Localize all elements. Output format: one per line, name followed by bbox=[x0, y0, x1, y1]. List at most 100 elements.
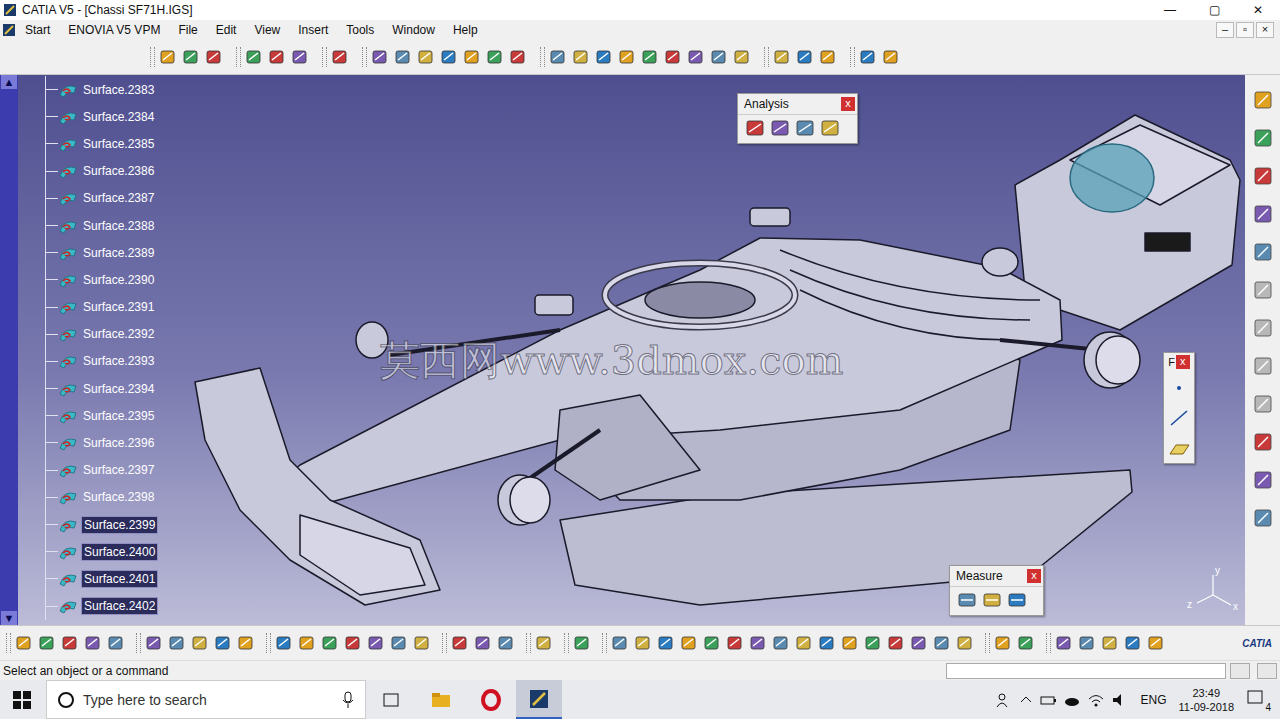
close-button[interactable]: x bbox=[1027, 569, 1041, 583]
3d-viewport[interactable]: Surface.2383Surface.2384Surface.2385Surf… bbox=[18, 75, 1245, 625]
tool-icon[interactable] bbox=[795, 47, 815, 67]
scroll-down-button[interactable]: ▼ bbox=[1, 611, 17, 625]
tool-icon[interactable] bbox=[439, 47, 459, 67]
analysis-tool-icon[interactable] bbox=[769, 117, 791, 139]
close-button[interactable]: x bbox=[1176, 355, 1190, 369]
tool-icon[interactable] bbox=[993, 633, 1013, 653]
tree-item[interactable]: Surface.2397 bbox=[18, 457, 158, 484]
tool-icon[interactable] bbox=[244, 47, 264, 67]
tool-icon[interactable] bbox=[290, 47, 310, 67]
toolbar-grip[interactable] bbox=[236, 47, 241, 67]
tool-icon[interactable] bbox=[485, 47, 505, 67]
microphone-icon[interactable] bbox=[341, 691, 355, 709]
tool-icon[interactable] bbox=[213, 633, 233, 653]
tool-icon[interactable] bbox=[1252, 469, 1274, 491]
tray-expand-icon[interactable] bbox=[1019, 691, 1033, 709]
tool-icon[interactable] bbox=[679, 633, 699, 653]
tree-item[interactable]: Surface.2398 bbox=[18, 484, 158, 511]
tree-item[interactable]: Surface.2393 bbox=[18, 348, 158, 375]
measure-tool-icon[interactable] bbox=[981, 589, 1003, 611]
volume-icon[interactable] bbox=[1111, 691, 1129, 709]
command-input[interactable] bbox=[946, 663, 1226, 679]
analysis-toolbar[interactable]: Analysisx bbox=[737, 93, 858, 144]
tool-icon[interactable] bbox=[1054, 633, 1074, 653]
tree-item-label[interactable]: Surface.2400 bbox=[81, 543, 158, 561]
tool-icon[interactable] bbox=[594, 47, 614, 67]
opera-icon[interactable] bbox=[480, 689, 502, 711]
tool-icon[interactable] bbox=[167, 633, 187, 653]
tool-icon[interactable] bbox=[534, 633, 554, 653]
tool-icon[interactable] bbox=[858, 47, 878, 67]
tool-icon[interactable] bbox=[656, 633, 676, 653]
tool-icon[interactable] bbox=[60, 633, 80, 653]
document-control-button[interactable]: – bbox=[1216, 22, 1234, 38]
tool-icon[interactable] bbox=[1252, 241, 1274, 263]
tree-item-label[interactable]: Surface.2384 bbox=[81, 109, 156, 125]
tree-scrollbar[interactable]: ▲▼ bbox=[0, 75, 18, 625]
tool-icon[interactable] bbox=[1146, 633, 1166, 653]
measure-toolbar[interactable]: Measurex bbox=[949, 565, 1044, 616]
tree-item[interactable]: Surface.2389 bbox=[18, 239, 158, 266]
tool-icon[interactable] bbox=[817, 633, 837, 653]
tool-icon[interactable] bbox=[932, 633, 952, 653]
tool-icon[interactable] bbox=[840, 633, 860, 653]
tree-item[interactable]: Surface.2388 bbox=[18, 212, 158, 239]
menu-item[interactable]: Tools bbox=[337, 23, 383, 37]
analysis-tool-icon[interactable] bbox=[744, 117, 766, 139]
toolbar-grip[interactable] bbox=[150, 47, 155, 67]
tool-icon[interactable] bbox=[144, 633, 164, 653]
toolbar-grip[interactable] bbox=[564, 633, 569, 653]
tool-icon[interactable] bbox=[389, 633, 409, 653]
measure-tool-icon[interactable] bbox=[1006, 589, 1028, 611]
tool-icon[interactable] bbox=[1252, 431, 1274, 453]
toolbar-grip[interactable] bbox=[1046, 633, 1051, 653]
tool-icon[interactable] bbox=[1252, 355, 1274, 377]
menu-item[interactable]: Start bbox=[16, 23, 59, 37]
tool-icon[interactable] bbox=[663, 47, 683, 67]
plane-icon[interactable] bbox=[1167, 437, 1191, 459]
tree-item[interactable]: Surface.2401 bbox=[18, 565, 158, 592]
tree-item[interactable]: Surface.2386 bbox=[18, 158, 158, 185]
action-center-button[interactable]: 4 bbox=[1246, 689, 1272, 711]
tool-icon[interactable] bbox=[190, 633, 210, 653]
tool-icon[interactable] bbox=[236, 633, 256, 653]
document-control-button[interactable]: × bbox=[1256, 22, 1274, 38]
tool-icon[interactable] bbox=[709, 47, 729, 67]
tool-icon[interactable] bbox=[571, 47, 591, 67]
tool-icon[interactable] bbox=[320, 633, 340, 653]
scroll-up-button[interactable]: ▲ bbox=[1, 75, 17, 89]
toolbar-header[interactable]: Fx bbox=[1168, 353, 1190, 369]
tool-icon[interactable] bbox=[450, 633, 470, 653]
tool-icon[interactable] bbox=[1123, 633, 1143, 653]
tree-item-label[interactable]: Surface.2397 bbox=[81, 462, 156, 478]
tool-icon[interactable] bbox=[1252, 127, 1274, 149]
f1-car-model[interactable] bbox=[18, 75, 1245, 625]
status-button[interactable] bbox=[1230, 663, 1250, 679]
tool-icon[interactable] bbox=[909, 633, 929, 653]
battery-icon[interactable] bbox=[1039, 691, 1057, 709]
tool-icon[interactable] bbox=[508, 47, 528, 67]
tool-icon[interactable] bbox=[366, 633, 386, 653]
status-button[interactable] bbox=[1257, 663, 1277, 679]
toolbar-grip[interactable] bbox=[985, 633, 990, 653]
people-icon[interactable] bbox=[995, 691, 1013, 709]
tool-icon[interactable] bbox=[886, 633, 906, 653]
tree-item-label[interactable]: Surface.2394 bbox=[81, 381, 156, 397]
tool-icon[interactable] bbox=[548, 47, 568, 67]
tool-icon[interactable] bbox=[772, 47, 792, 67]
tree-item[interactable]: Surface.2385 bbox=[18, 130, 158, 157]
tool-icon[interactable] bbox=[473, 633, 493, 653]
tree-item[interactable]: Surface.2390 bbox=[18, 266, 158, 293]
tree-item[interactable]: Surface.2399 bbox=[18, 511, 158, 538]
tree-item-label[interactable]: Surface.2395 bbox=[81, 408, 156, 424]
tool-icon[interactable] bbox=[204, 47, 224, 67]
document-control-button[interactable]: ▫ bbox=[1236, 22, 1254, 38]
tool-icon[interactable] bbox=[343, 633, 363, 653]
close-button[interactable]: x bbox=[841, 97, 855, 111]
windows-start-icon[interactable] bbox=[12, 690, 32, 710]
tool-icon[interactable] bbox=[686, 47, 706, 67]
tool-icon[interactable] bbox=[330, 47, 350, 67]
toolbar-header[interactable]: Measurex bbox=[950, 566, 1043, 586]
analysis-tool-icon[interactable] bbox=[819, 117, 841, 139]
tree-item-label[interactable]: Surface.2392 bbox=[81, 326, 156, 342]
